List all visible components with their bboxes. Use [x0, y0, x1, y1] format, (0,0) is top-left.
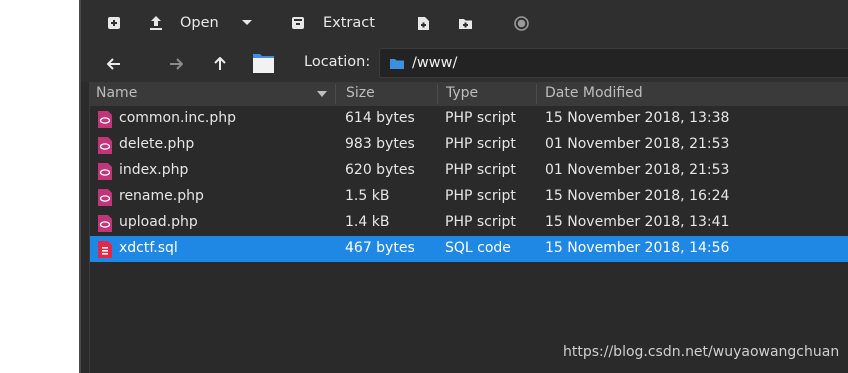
file-date: 15 November 2018, 13:38 [545, 110, 730, 126]
back-button[interactable] [105, 53, 123, 75]
file-date: 15 November 2018, 14:56 [545, 240, 730, 256]
file-type: SQL code [445, 240, 511, 256]
column-header-type[interactable]: Type [446, 85, 478, 101]
file-name: xdctf.sql [119, 240, 178, 256]
open-button[interactable]: Open [149, 8, 219, 38]
php-file-icon [98, 111, 112, 128]
file-date: 15 November 2018, 16:24 [545, 188, 730, 204]
php-file-icon [98, 163, 112, 180]
file-size: 1.5 kB [345, 188, 390, 204]
file-name: delete.php [119, 136, 195, 152]
sql-file-icon [98, 241, 112, 258]
extract-label: Extract [323, 15, 375, 31]
file-size: 614 bytes [345, 110, 415, 126]
php-file-icon [98, 137, 112, 154]
upload-arrow-icon [150, 16, 162, 30]
arrow-right-icon [170, 58, 183, 70]
file-type: PHP script [445, 136, 516, 152]
add-file-icon [418, 16, 429, 30]
location-bar: Location: /www/ [81, 46, 848, 82]
file-name: upload.php [119, 214, 198, 230]
extract-button[interactable]: Extract [291, 8, 375, 38]
add-files-button[interactable] [417, 8, 430, 38]
archive-manager-window: Open Extract Location: /www/ Name Size T… [81, 0, 848, 373]
file-size: 1.4 kB [345, 214, 390, 230]
file-size: 983 bytes [345, 136, 415, 152]
up-button[interactable] [211, 53, 229, 75]
php-file-icon [98, 215, 112, 232]
stop-icon [514, 15, 529, 31]
file-row[interactable]: delete.php 983 bytes PHP script 01 November… [90, 132, 848, 158]
home-folder-button[interactable] [251, 50, 275, 76]
file-list-header: Name Size Type Date Modified [90, 82, 848, 106]
location-path: /www/ [412, 55, 458, 71]
file-row[interactable]: rename.php 1.5 kB PHP script 15 November 20… [90, 184, 848, 210]
file-row[interactable]: common.inc.php 614 bytes PHP script 15 Nove… [90, 106, 848, 132]
file-row[interactable]: xdctf.sql 467 bytes SQL code 15 November 20… [90, 236, 848, 262]
add-folder-icon [459, 18, 472, 29]
file-date: 01 November 2018, 21:53 [545, 136, 730, 152]
background-left [0, 0, 79, 373]
extract-icon [292, 17, 304, 29]
file-date: 01 November 2018, 21:53 [545, 162, 730, 178]
file-name: rename.php [119, 188, 204, 204]
file-row[interactable]: upload.php 1.4 kB PHP script 15 November 20… [90, 210, 848, 236]
arrow-up-icon [214, 57, 226, 70]
location-field[interactable]: /www/ [379, 48, 848, 78]
file-type: PHP script [445, 110, 516, 126]
php-file-icon [98, 189, 112, 206]
open-label: Open [180, 15, 219, 31]
file-name: index.php [119, 162, 189, 178]
folder-icon [252, 54, 274, 73]
arrow-left-icon [107, 58, 120, 70]
location-label: Location: [304, 54, 371, 70]
file-type: PHP script [445, 162, 516, 178]
column-separator [335, 84, 336, 104]
file-row[interactable]: index.php 620 bytes PHP script 01 November … [90, 158, 848, 184]
file-name: common.inc.php [119, 110, 236, 126]
watermark: https://blog.csdn.net/wuyaowangchuan [563, 344, 840, 360]
column-separator [536, 84, 537, 104]
new-archive-button[interactable] [107, 8, 121, 38]
column-header-date[interactable]: Date Modified [545, 85, 643, 101]
column-header-size[interactable]: Size [346, 85, 375, 101]
file-list: Name Size Type Date Modified common.inc.… [89, 82, 848, 373]
column-separator [437, 84, 438, 104]
folder-icon [390, 58, 404, 69]
file-size: 620 bytes [345, 162, 415, 178]
add-folder-button[interactable] [458, 8, 473, 38]
file-type: PHP script [445, 188, 516, 204]
chevron-down-icon [242, 20, 252, 25]
column-header-name[interactable]: Name [96, 85, 137, 101]
file-date: 15 November 2018, 13:41 [545, 214, 730, 230]
stop-button[interactable] [514, 8, 529, 38]
sort-descending-icon [317, 91, 327, 97]
open-dropdown-button[interactable] [241, 8, 253, 38]
file-size: 467 bytes [345, 240, 415, 256]
file-type: PHP script [445, 214, 516, 230]
toolbar: Open Extract [81, 0, 848, 46]
forward-button[interactable] [167, 53, 185, 75]
new-archive-icon [108, 17, 120, 29]
